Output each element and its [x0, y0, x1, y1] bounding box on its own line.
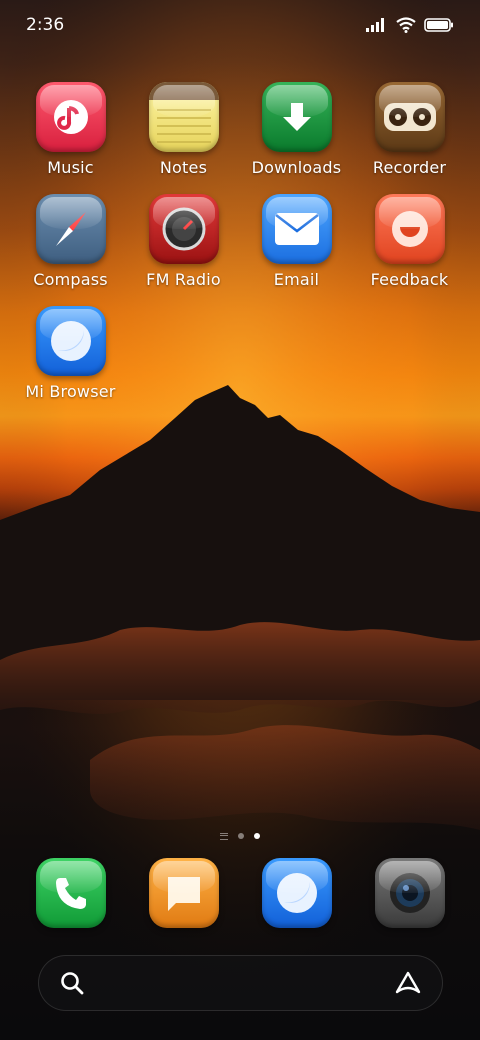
- dock-camera[interactable]: [353, 858, 466, 928]
- app-label: Notes: [159, 158, 208, 177]
- status-time: 2:36: [26, 15, 65, 35]
- status-bar: 2:36: [0, 0, 480, 50]
- notes-icon: [148, 82, 219, 152]
- dock-phone[interactable]: [14, 858, 127, 928]
- app-notes[interactable]: Notes: [127, 82, 240, 177]
- app-drawer-lines-icon: [220, 832, 228, 840]
- browser-icon: [35, 306, 106, 376]
- envelope-icon: [261, 194, 332, 264]
- app-label: Mi Browser: [25, 382, 116, 401]
- app-recorder[interactable]: Recorder: [353, 82, 466, 177]
- app-music[interactable]: Music: [14, 82, 127, 177]
- dock-browser[interactable]: [240, 858, 353, 928]
- app-feedback[interactable]: Feedback: [353, 194, 466, 289]
- recorder-icon: [374, 82, 445, 152]
- app-downloads[interactable]: Downloads: [240, 82, 353, 177]
- page-dot: [238, 833, 244, 839]
- app-mi-browser[interactable]: Mi Browser: [14, 306, 127, 401]
- app-label: FM Radio: [146, 270, 221, 289]
- app-label: Music: [47, 158, 94, 177]
- smile-icon: [374, 194, 445, 264]
- message-icon: [148, 858, 219, 928]
- app-fm-radio[interactable]: FM Radio: [127, 194, 240, 289]
- assistant-icon[interactable]: [394, 970, 422, 996]
- page-dot-active: [254, 833, 260, 839]
- app-email[interactable]: Email: [240, 194, 353, 289]
- phone-icon: [35, 858, 106, 928]
- status-icons: [366, 17, 454, 33]
- dock-messages[interactable]: [127, 858, 240, 928]
- app-grid: Music Notes Downloads Recorder Compass F…: [14, 82, 466, 401]
- app-compass[interactable]: Compass: [14, 194, 127, 289]
- wifi-icon: [396, 17, 416, 33]
- app-label: Email: [273, 270, 320, 289]
- app-label: Downloads: [251, 158, 342, 177]
- app-label: Feedback: [370, 270, 449, 289]
- search-bar[interactable]: [38, 955, 443, 1011]
- signal-icon: [366, 18, 384, 32]
- dock: [14, 858, 466, 928]
- download-arrow-icon: [261, 82, 332, 152]
- radio-dial-icon: [148, 194, 219, 264]
- camera-icon: [374, 858, 445, 928]
- app-label: Compass: [33, 270, 108, 289]
- browser-icon: [261, 858, 332, 928]
- page-indicator[interactable]: [0, 830, 480, 842]
- app-label: Recorder: [372, 158, 447, 177]
- music-note-icon: [35, 82, 106, 152]
- search-icon[interactable]: [59, 970, 85, 996]
- compass-icon: [35, 194, 106, 264]
- battery-icon: [424, 18, 453, 32]
